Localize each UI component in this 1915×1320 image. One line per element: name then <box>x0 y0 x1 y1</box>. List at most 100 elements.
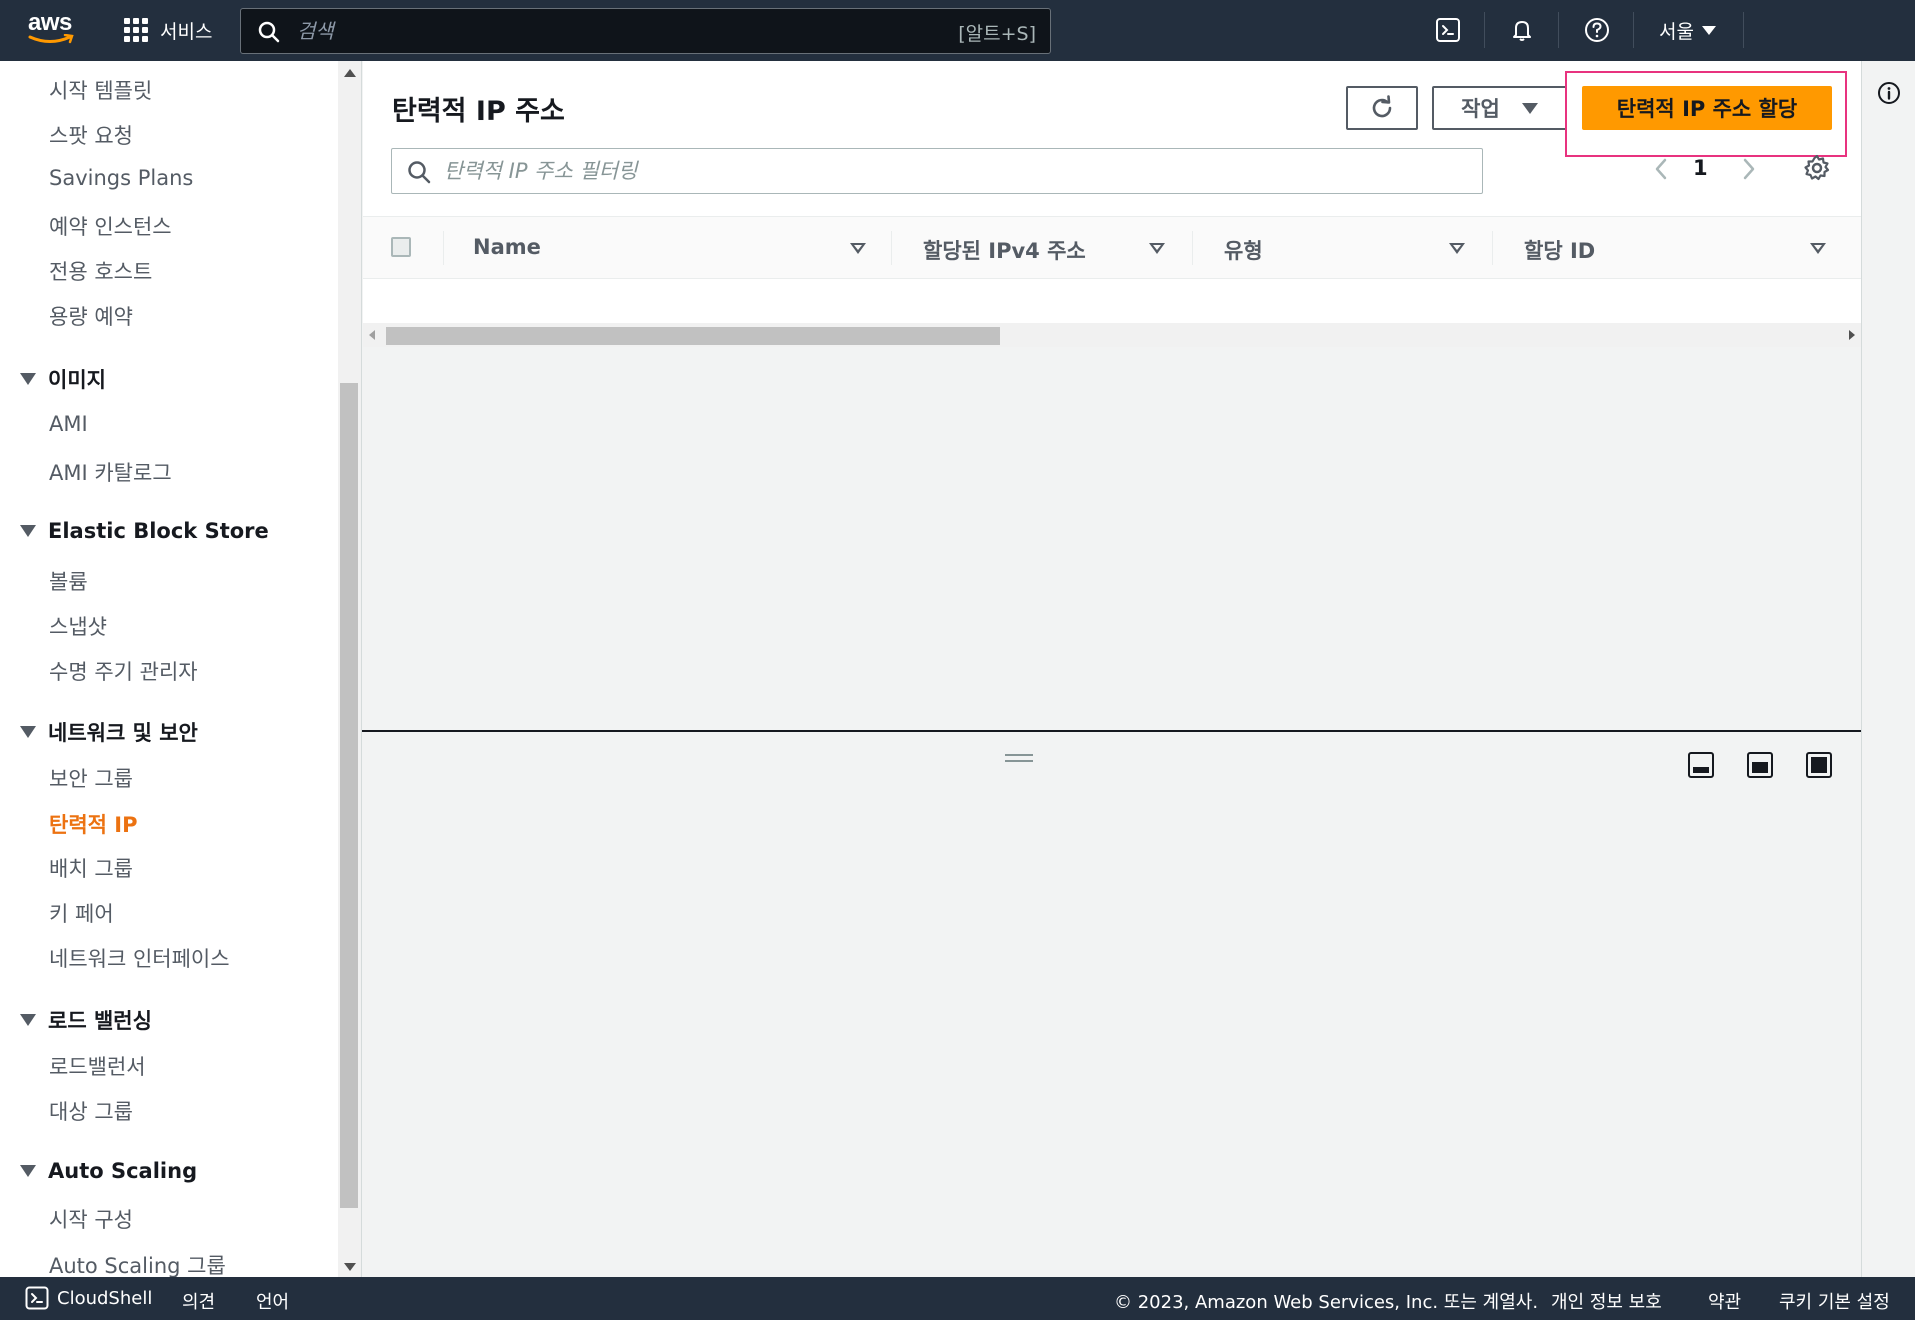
refresh-icon <box>1372 95 1392 118</box>
column-header-ipv4[interactable]: 할당된 IPv4 주소 <box>923 235 1086 265</box>
cookie-preferences-link[interactable]: 쿠키 기본 설정 <box>1779 1288 1890 1314</box>
page-number[interactable]: 1 <box>1693 156 1708 180</box>
copyright-text: © 2023, Amazon Web Services, Inc. 또는 계열사… <box>1114 1292 1539 1313</box>
services-menu-button[interactable]: 서비스 <box>124 14 212 46</box>
feedback-link[interactable]: 의견 <box>182 1288 215 1314</box>
privacy-link[interactable]: 개인 정보 보호 <box>1551 1288 1662 1314</box>
column-header-type[interactable]: 유형 <box>1224 235 1263 265</box>
sidebar-section-images[interactable]: 이미지 <box>20 364 106 394</box>
actions-label: 작업 <box>1461 97 1500 121</box>
info-icon[interactable] <box>1877 81 1901 105</box>
sidebar-section-title: Auto Scaling <box>48 1159 198 1183</box>
sidebar-item-elastic-ips[interactable]: 탄력적 IP <box>49 809 137 839</box>
column-header-allocation-id[interactable]: 할당 ID <box>1524 235 1595 265</box>
sort-triangle-icon[interactable] <box>1449 243 1465 254</box>
table-empty-area <box>363 347 1861 731</box>
cloudshell-label: CloudShell <box>57 1287 153 1309</box>
sidebar-item-launch-templates[interactable]: 시작 템플릿 <box>49 75 152 105</box>
sidebar-section-title: 네트워크 및 보안 <box>48 721 198 745</box>
sidebar-item-placement-groups[interactable]: 배치 그룹 <box>49 853 133 883</box>
sidebar-section-network-security[interactable]: 네트워크 및 보안 <box>20 717 198 747</box>
notifications-bell-icon[interactable] <box>1506 14 1538 46</box>
sidebar-scrollbar[interactable] <box>338 61 361 1277</box>
sidebar-item-key-pairs[interactable]: 키 페어 <box>49 898 114 928</box>
top-navigation: aws 서비스 [알트+S] <box>0 0 1915 61</box>
terms-link[interactable]: 약관 <box>1708 1288 1741 1314</box>
expand-triangle-icon <box>20 373 36 385</box>
gear-icon[interactable] <box>1803 154 1831 182</box>
chevron-right-icon[interactable] <box>1741 157 1757 181</box>
sidebar-item-launch-configurations[interactable]: 시작 구성 <box>49 1204 133 1234</box>
sidebar-item-volumes[interactable]: 볼륨 <box>49 566 88 596</box>
sidebar-item-ami[interactable]: AMI <box>49 412 88 436</box>
sidebar-section-auto-scaling[interactable]: Auto Scaling <box>20 1159 197 1183</box>
region-selector[interactable]: 서울 <box>1659 14 1716 46</box>
split-panel-drag-handle[interactable] <box>1005 754 1033 762</box>
select-all-checkbox[interactable] <box>391 237 411 257</box>
global-search-input[interactable] <box>297 9 937 53</box>
aws-logo[interactable]: aws <box>28 10 76 50</box>
sidebar-navigation: 시작 템플릿 스팟 요청 Savings Plans 예약 인스턴스 전용 호스… <box>0 61 362 1277</box>
sidebar-item-network-interfaces[interactable]: 네트워크 인터페이스 <box>49 943 230 973</box>
help-icon[interactable] <box>1581 14 1613 46</box>
search-icon <box>408 161 431 184</box>
sidebar-item-capacity-reservations[interactable]: 용량 예약 <box>49 301 133 331</box>
aws-smile-icon <box>28 34 74 44</box>
sidebar-item-load-balancers[interactable]: 로드밸런서 <box>49 1051 146 1081</box>
scroll-right-arrow-icon[interactable] <box>1849 330 1855 340</box>
cloudshell-button[interactable]: CloudShell <box>25 1286 152 1310</box>
scroll-down-arrow-icon[interactable] <box>344 1263 356 1271</box>
sidebar-section-title: Elastic Block Store <box>48 519 269 543</box>
sidebar-item-spot-requests[interactable]: 스팟 요청 <box>49 120 133 150</box>
split-panel-bottom-icon[interactable] <box>1688 752 1714 778</box>
tools-panel-strip <box>1861 61 1915 1277</box>
sort-triangle-icon[interactable] <box>850 243 866 254</box>
allocate-elastic-ip-button[interactable]: 탄력적 IP 주소 할당 <box>1582 86 1832 130</box>
sidebar-item-snapshots[interactable]: 스냅샷 <box>49 611 107 641</box>
sidebar-section-title: 이미지 <box>48 368 106 392</box>
sidebar-section-ebs[interactable]: Elastic Block Store <box>20 519 269 543</box>
services-label: 서비스 <box>160 20 213 43</box>
scrollbar-thumb[interactable] <box>386 327 1000 345</box>
actions-dropdown-button[interactable]: 작업 <box>1432 86 1567 130</box>
scrollbar-thumb[interactable] <box>340 383 358 1208</box>
scroll-left-arrow-icon[interactable] <box>369 330 375 340</box>
filter-input[interactable] <box>444 149 1464 193</box>
sort-triangle-icon[interactable] <box>1810 243 1826 254</box>
split-panel-full-icon[interactable] <box>1806 752 1832 778</box>
column-header-name[interactable]: Name <box>473 235 541 259</box>
expand-triangle-icon <box>20 525 36 537</box>
table-horizontal-scrollbar[interactable] <box>363 323 1861 347</box>
chevron-left-icon[interactable] <box>1653 157 1669 181</box>
scroll-up-arrow-icon[interactable] <box>344 69 356 77</box>
filter-search[interactable] <box>391 148 1483 194</box>
sidebar-item-dedicated-hosts[interactable]: 전용 호스트 <box>49 256 152 286</box>
search-shortcut-hint: [알트+S] <box>958 23 1036 45</box>
cloudshell-icon <box>25 1286 49 1310</box>
aws-logo-text: aws <box>28 9 72 36</box>
expand-triangle-icon <box>20 1165 36 1177</box>
sort-triangle-icon[interactable] <box>1149 243 1165 254</box>
split-panel-side-icon[interactable] <box>1747 752 1773 778</box>
sidebar-item-savings-plans[interactable]: Savings Plans <box>49 166 193 190</box>
sidebar-item-lifecycle-manager[interactable]: 수명 주기 관리자 <box>49 656 198 686</box>
sidebar-item-reserved-instances[interactable]: 예약 인스턴스 <box>49 211 172 241</box>
search-icon <box>258 21 280 43</box>
global-search[interactable]: [알트+S] <box>240 8 1051 54</box>
region-label: 서울 <box>1659 20 1694 43</box>
cloudshell-icon[interactable] <box>1432 14 1464 46</box>
table-header: Name 할당된 IPv4 주소 유형 할당 ID <box>363 216 1861 279</box>
caret-down-icon <box>1521 102 1538 114</box>
main-content: 탄력적 IP 주소 작업 탄력적 IP 주소 할당 1 Name 할당된 I <box>363 61 1861 731</box>
sidebar-item-target-groups[interactable]: 대상 그룹 <box>49 1096 133 1126</box>
grid-menu-icon <box>124 18 148 42</box>
sidebar-item-security-groups[interactable]: 보안 그룹 <box>49 763 133 793</box>
sidebar-item-ami-catalog[interactable]: AMI 카탈로그 <box>49 457 172 487</box>
sidebar-section-title: 로드 밸런싱 <box>48 1009 152 1033</box>
caret-down-icon <box>1701 25 1716 35</box>
sidebar-item-auto-scaling-groups[interactable]: Auto Scaling 그룹 <box>49 1250 226 1277</box>
sidebar-section-load-balancing[interactable]: 로드 밸런싱 <box>20 1005 152 1035</box>
split-panel <box>362 730 1861 1277</box>
language-link[interactable]: 언어 <box>256 1288 289 1314</box>
refresh-button[interactable] <box>1346 86 1418 130</box>
